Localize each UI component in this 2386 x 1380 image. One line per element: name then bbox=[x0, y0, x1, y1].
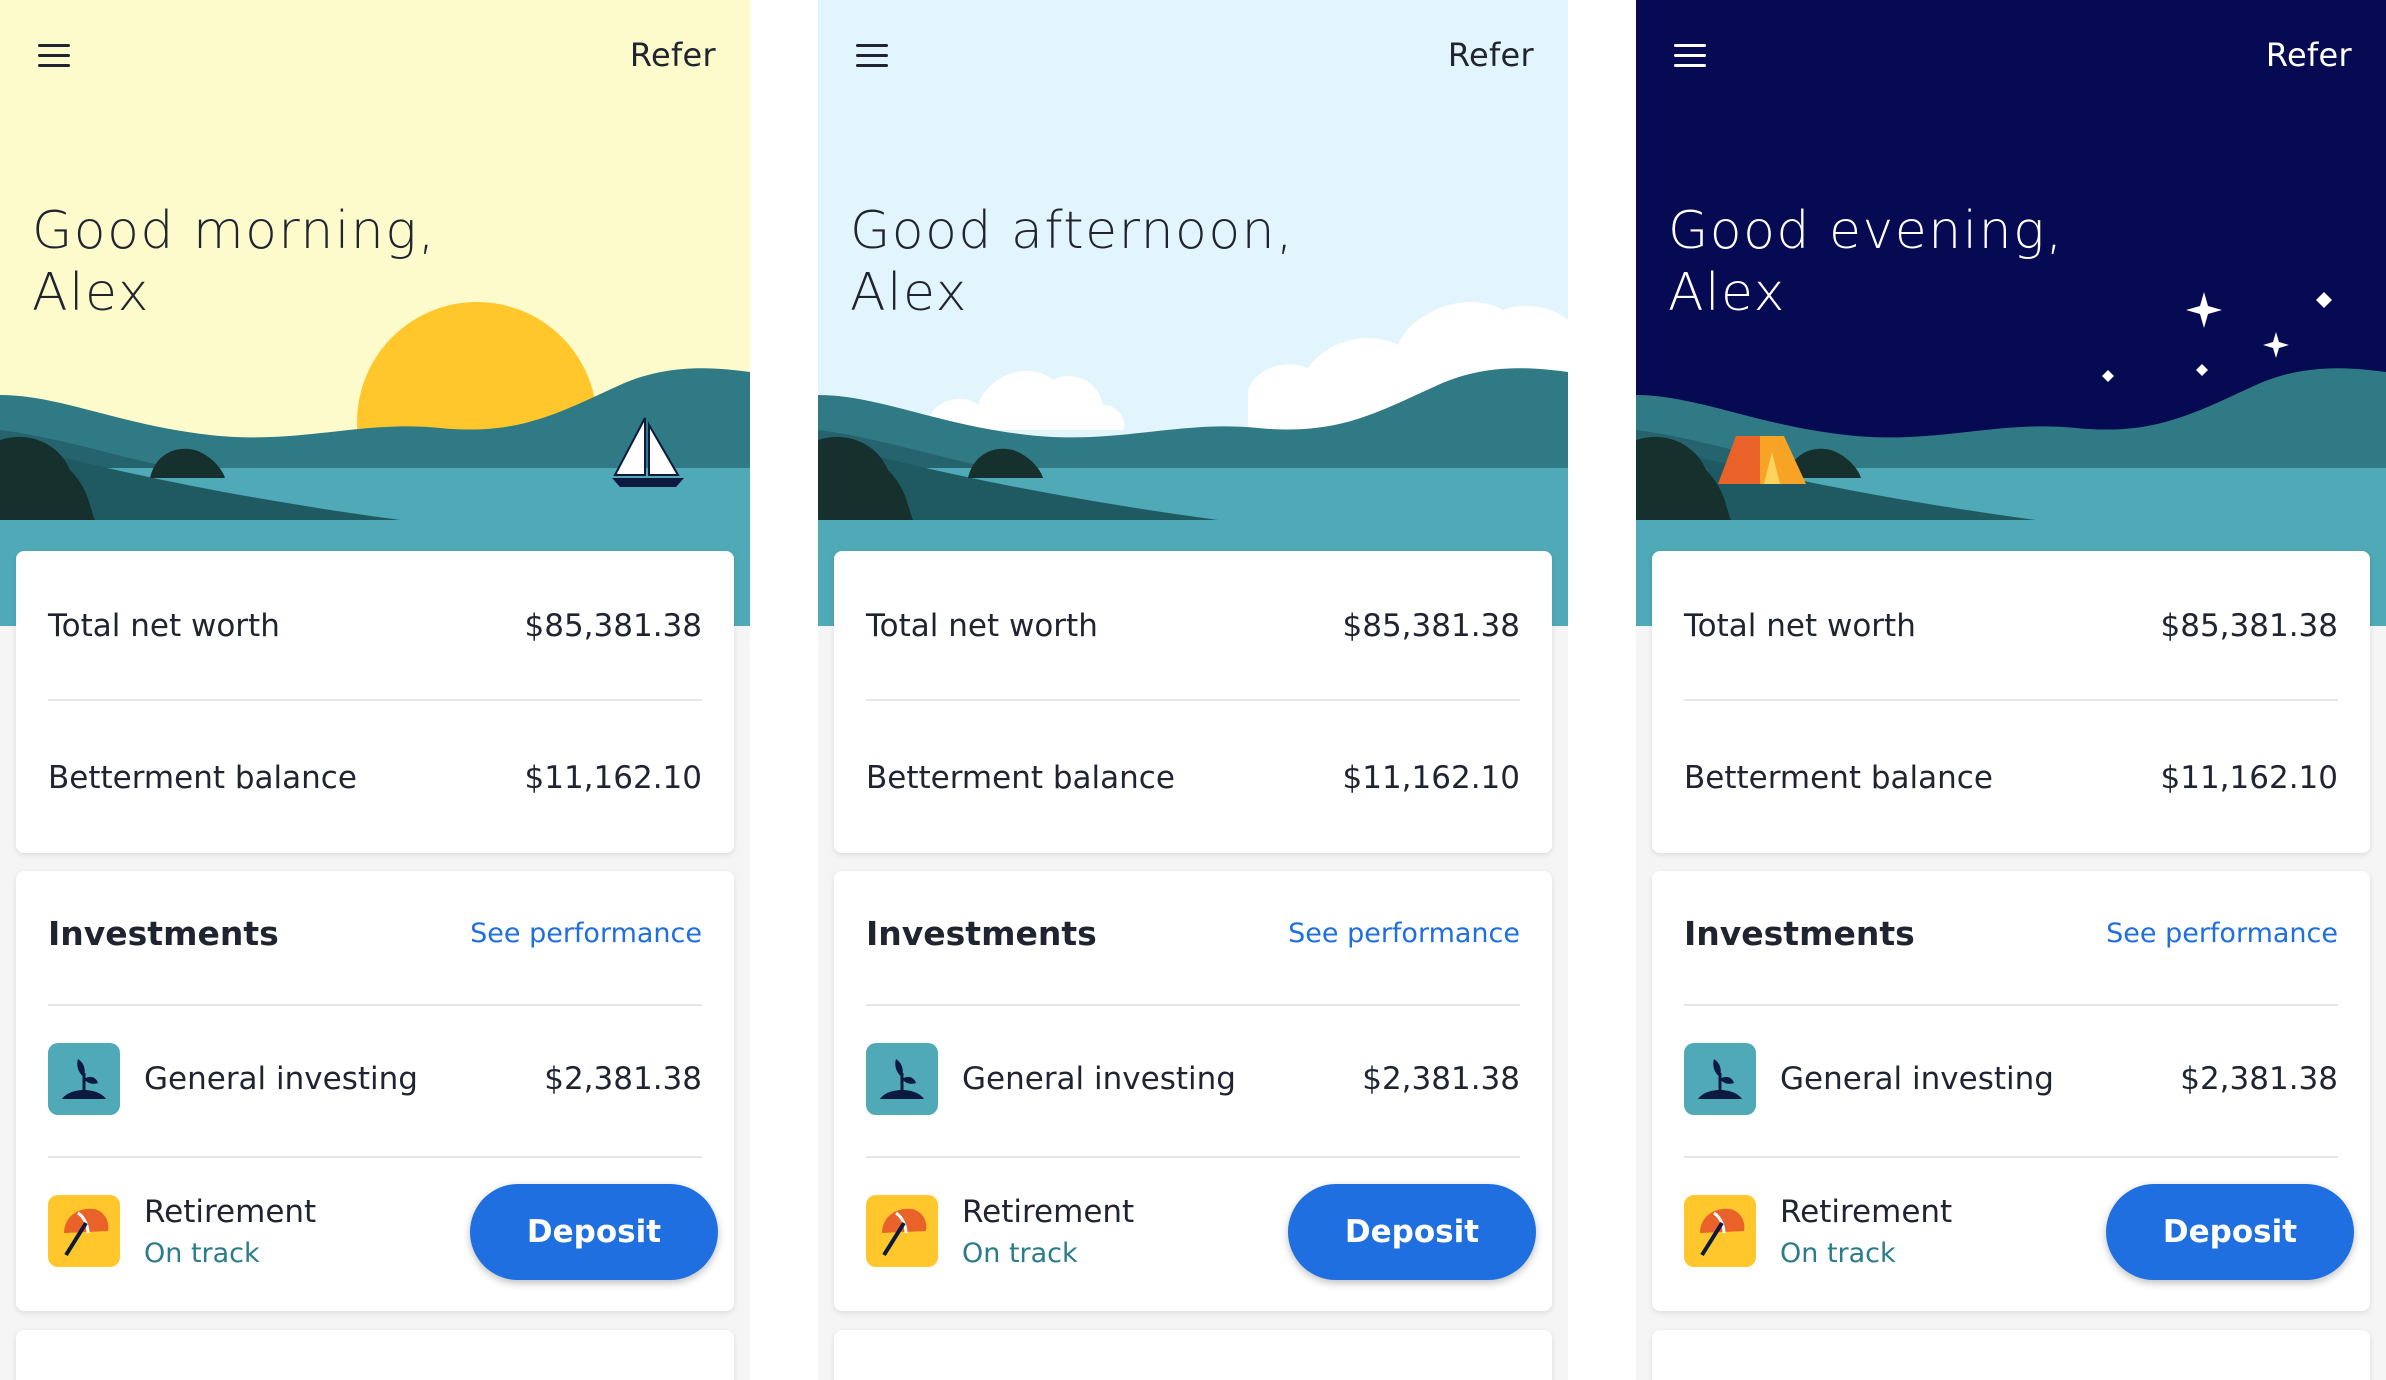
sprout-icon bbox=[1684, 1043, 1756, 1115]
divider bbox=[866, 1156, 1520, 1158]
divider bbox=[866, 699, 1520, 701]
divider bbox=[1684, 699, 2338, 701]
see-performance-link[interactable]: See performance bbox=[1288, 918, 1520, 949]
balance-value: $11,162.10 bbox=[2160, 760, 2339, 796]
general-investing-row[interactable]: General investing $2,381.38 bbox=[1684, 1041, 2338, 1117]
retirement-name: Retirement bbox=[144, 1193, 317, 1230]
hero-afternoon: Refer Good afternoon, Alex bbox=[818, 0, 1568, 626]
greeting-line-1: Good afternoon, bbox=[850, 201, 1295, 261]
investments-header: Investments See performance bbox=[48, 901, 702, 965]
refer-link[interactable]: Refer bbox=[630, 36, 716, 74]
sprout-icon bbox=[48, 1043, 120, 1115]
see-performance-link[interactable]: See performance bbox=[2106, 918, 2338, 949]
investments-title: Investments bbox=[866, 913, 1097, 953]
divider bbox=[48, 1156, 702, 1158]
net-worth-label: Total net worth bbox=[866, 608, 1098, 644]
general-investing-name: General investing bbox=[144, 1061, 418, 1097]
greeting: Good evening, Alex bbox=[1668, 200, 2064, 324]
divider bbox=[1684, 1004, 2338, 1006]
divider bbox=[1684, 1156, 2338, 1158]
balance-row[interactable]: Betterment balance $11,162.10 bbox=[866, 743, 1520, 813]
next-card bbox=[16, 1330, 734, 1380]
general-investing-row[interactable]: General investing $2,381.38 bbox=[48, 1041, 702, 1117]
next-card bbox=[834, 1330, 1552, 1380]
next-card bbox=[1652, 1330, 2370, 1380]
general-investing-value: $2,381.38 bbox=[544, 1061, 702, 1097]
net-worth-value: $85,381.38 bbox=[524, 608, 703, 644]
investments-title: Investments bbox=[1684, 913, 1915, 953]
general-investing-name: General investing bbox=[1780, 1061, 2054, 1097]
balance-label: Betterment balance bbox=[1684, 760, 1993, 796]
net-worth-card: Total net worth $85,381.38 Betterment ba… bbox=[834, 551, 1552, 853]
divider bbox=[48, 699, 702, 701]
investments-header: Investments See performance bbox=[866, 901, 1520, 965]
greeting-line-1: Good morning, bbox=[32, 201, 436, 261]
greeting-line-2: Alex bbox=[1668, 263, 1786, 323]
umbrella-icon bbox=[1684, 1195, 1756, 1267]
screen-morning: Refer Good morning, Alex Total net worth… bbox=[0, 0, 750, 1380]
hero-morning: Refer Good morning, Alex bbox=[0, 0, 750, 626]
umbrella-icon bbox=[866, 1195, 938, 1267]
general-investing-name: General investing bbox=[962, 1061, 1236, 1097]
greeting: Good morning, Alex bbox=[32, 200, 436, 324]
net-worth-value: $85,381.38 bbox=[1342, 608, 1521, 644]
refer-link[interactable]: Refer bbox=[1448, 36, 1534, 74]
retirement-status: On track bbox=[1780, 1237, 1896, 1269]
net-worth-card: Total net worth $85,381.38 Betterment ba… bbox=[16, 551, 734, 853]
deposit-button[interactable]: Deposit bbox=[1288, 1184, 1536, 1280]
menu-icon[interactable] bbox=[38, 44, 72, 70]
balance-row[interactable]: Betterment balance $11,162.10 bbox=[1684, 743, 2338, 813]
net-worth-label: Total net worth bbox=[48, 608, 280, 644]
deposit-button[interactable]: Deposit bbox=[2106, 1184, 2354, 1280]
greeting: Good afternoon, Alex bbox=[850, 200, 1294, 324]
investments-header: Investments See performance bbox=[1684, 901, 2338, 965]
general-investing-row[interactable]: General investing $2,381.38 bbox=[866, 1041, 1520, 1117]
refer-link[interactable]: Refer bbox=[2266, 36, 2352, 74]
divider bbox=[48, 1004, 702, 1006]
menu-icon[interactable] bbox=[856, 44, 890, 70]
net-worth-value: $85,381.38 bbox=[2160, 608, 2339, 644]
deposit-button[interactable]: Deposit bbox=[470, 1184, 718, 1280]
screen-evening: Refer Good evening, Alex Total net worth… bbox=[1636, 0, 2386, 1380]
greeting-line-2: Alex bbox=[850, 263, 968, 323]
general-investing-value: $2,381.38 bbox=[1362, 1061, 1520, 1097]
menu-icon[interactable] bbox=[1674, 44, 1708, 70]
see-performance-link[interactable]: See performance bbox=[470, 918, 702, 949]
balance-value: $11,162.10 bbox=[1342, 760, 1521, 796]
hero-evening: Refer Good evening, Alex bbox=[1636, 0, 2386, 626]
stars-icon bbox=[2102, 292, 2332, 382]
general-investing-value: $2,381.38 bbox=[2180, 1061, 2338, 1097]
greeting-line-1: Good evening, bbox=[1668, 201, 2064, 261]
balance-label: Betterment balance bbox=[48, 760, 357, 796]
net-worth-row[interactable]: Total net worth $85,381.38 bbox=[866, 591, 1520, 661]
investments-card: Investments See performance General inve… bbox=[1652, 871, 2370, 1311]
investments-card: Investments See performance General inve… bbox=[834, 871, 1552, 1311]
greeting-line-2: Alex bbox=[32, 263, 150, 323]
retirement-name: Retirement bbox=[1780, 1193, 1953, 1230]
net-worth-row[interactable]: Total net worth $85,381.38 bbox=[48, 591, 702, 661]
sprout-icon bbox=[866, 1043, 938, 1115]
investments-title: Investments bbox=[48, 913, 279, 953]
divider bbox=[866, 1004, 1520, 1006]
umbrella-icon bbox=[48, 1195, 120, 1267]
screen-afternoon: Refer Good afternoon, Alex Total net wor… bbox=[818, 0, 1568, 1380]
net-worth-label: Total net worth bbox=[1684, 608, 1916, 644]
retirement-status: On track bbox=[144, 1237, 260, 1269]
investments-card: Investments See performance General inve… bbox=[16, 871, 734, 1311]
balance-value: $11,162.10 bbox=[524, 760, 703, 796]
balance-label: Betterment balance bbox=[866, 760, 1175, 796]
balance-row[interactable]: Betterment balance $11,162.10 bbox=[48, 743, 702, 813]
net-worth-row[interactable]: Total net worth $85,381.38 bbox=[1684, 591, 2338, 661]
retirement-name: Retirement bbox=[962, 1193, 1135, 1230]
net-worth-card: Total net worth $85,381.38 Betterment ba… bbox=[1652, 551, 2370, 853]
retirement-status: On track bbox=[962, 1237, 1078, 1269]
